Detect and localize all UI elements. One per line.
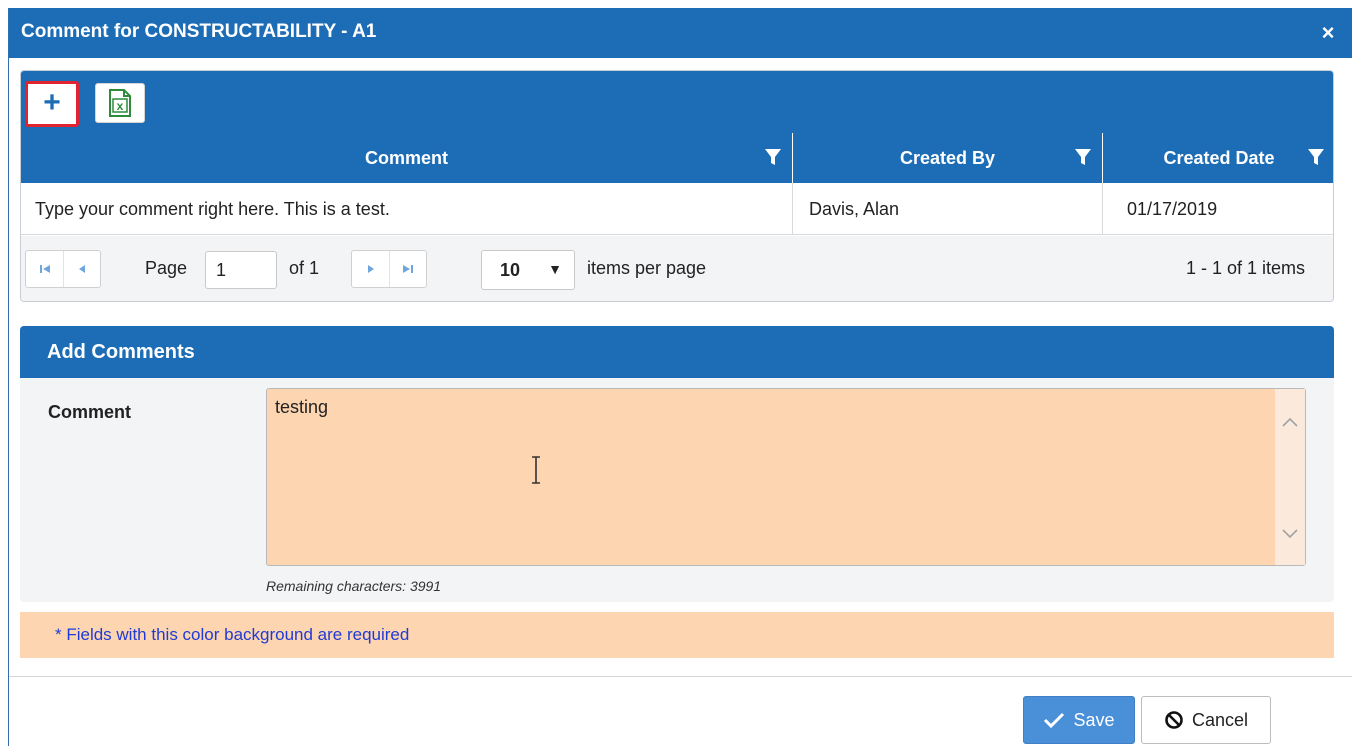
chevron-down-icon: ▼	[548, 261, 562, 277]
grid-pager: Page 1 of 1 10 ▼ items per page 1 - 1 of…	[21, 236, 1333, 301]
grid-toolbar: + x	[21, 71, 1333, 133]
comments-grid: + x Comment Created By Created Date Type…	[20, 70, 1334, 302]
cancel-label: Cancel	[1191, 709, 1249, 730]
grid-header: Comment Created By Created Date	[21, 133, 1333, 183]
column-header-created-date[interactable]: Created Date	[1103, 133, 1333, 183]
cell-created-date: 01/17/2019	[1127, 198, 1218, 219]
items-per-page-label: items per page	[587, 258, 707, 278]
comment-dialog: Comment for CONSTRUCTABILITY - A1 × + x …	[8, 8, 1352, 746]
last-page-button[interactable]	[389, 251, 426, 287]
save-label: Save	[1073, 709, 1115, 730]
page-size-select[interactable]: 10 ▼	[481, 250, 575, 290]
textarea-scrollbar[interactable]	[1275, 389, 1305, 565]
comment-text: testing	[275, 397, 329, 417]
comment-textarea[interactable]: testing	[266, 388, 1306, 566]
page-size-value: 10	[500, 260, 521, 280]
save-button[interactable]: Save	[1023, 696, 1135, 744]
export-excel-button[interactable]: x	[95, 83, 145, 123]
pager-prev-group	[25, 250, 101, 288]
column-header-comment[interactable]: Comment	[21, 133, 793, 183]
pager-next-group	[351, 250, 427, 288]
add-comments-header: Add Comments	[20, 326, 1334, 378]
next-page-button[interactable]	[352, 251, 389, 287]
required-fields-note: * Fields with this color background are …	[20, 612, 1334, 658]
dialog-title: Comment for CONSTRUCTABILITY - A1	[21, 21, 377, 42]
remaining-characters: Remaining characters: 3991	[266, 578, 442, 594]
page-label: Page	[145, 258, 188, 278]
filter-icon[interactable]	[1307, 147, 1325, 167]
page-number-input[interactable]: 1	[205, 251, 277, 289]
filter-icon[interactable]	[1074, 147, 1092, 167]
column-header-label: Created By	[899, 147, 996, 168]
table-row[interactable]: Type your comment right here. This is a …	[21, 183, 1333, 235]
divider	[9, 676, 1352, 677]
dialog-titlebar: Comment for CONSTRUCTABILITY - A1 ×	[9, 8, 1352, 58]
prev-page-button[interactable]	[63, 251, 100, 287]
cell-created-by: Davis, Alan	[793, 183, 1103, 235]
close-icon[interactable]: ×	[1317, 22, 1339, 44]
next-page-icon	[367, 265, 374, 273]
checkmark-icon	[1044, 712, 1065, 729]
excel-export-icon: x	[109, 89, 131, 117]
add-comments-panel: Add Comments Comment testing Remaining c…	[20, 326, 1334, 602]
prev-page-icon	[79, 265, 85, 273]
page-count-label: of 1	[289, 258, 320, 278]
comment-field-label: Comment	[48, 402, 132, 422]
excel-glyph: x	[117, 99, 124, 113]
cancel-icon	[1165, 711, 1183, 729]
add-comment-button[interactable]: +	[25, 81, 79, 127]
scroll-up-icon[interactable]	[1280, 413, 1300, 433]
column-header-label: Comment	[364, 147, 448, 168]
column-header-created-by[interactable]: Created By	[793, 133, 1103, 183]
first-page-button[interactable]	[26, 251, 63, 287]
column-header-label: Created Date	[1163, 147, 1275, 168]
cancel-button[interactable]: Cancel	[1141, 696, 1271, 744]
plus-icon: +	[43, 86, 61, 119]
first-page-icon	[39, 265, 50, 273]
cell-comment: Type your comment right here. This is a …	[21, 183, 793, 235]
last-page-icon	[403, 265, 413, 273]
pager-range-label: 1 - 1 of 1 items	[1185, 258, 1305, 278]
filter-icon[interactable]	[764, 147, 782, 167]
scroll-down-icon[interactable]	[1280, 523, 1300, 543]
text-cursor-icon	[532, 456, 540, 484]
